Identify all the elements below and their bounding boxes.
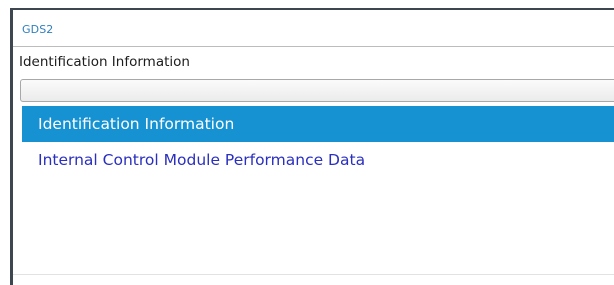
list-item-identification-information[interactable]: Identification Information [22, 106, 614, 142]
app-window: GDS2 Identification Information Identifi… [10, 8, 614, 285]
selection-dropdown[interactable] [20, 79, 614, 102]
data-list: Identification Information Internal Cont… [22, 106, 614, 285]
app-title: GDS2 [22, 23, 54, 36]
section-label: Identification Information [19, 54, 190, 70]
bottom-divider [13, 274, 614, 275]
title-divider [13, 46, 614, 47]
list-item-internal-control-module-performance-data[interactable]: Internal Control Module Performance Data [22, 142, 614, 178]
